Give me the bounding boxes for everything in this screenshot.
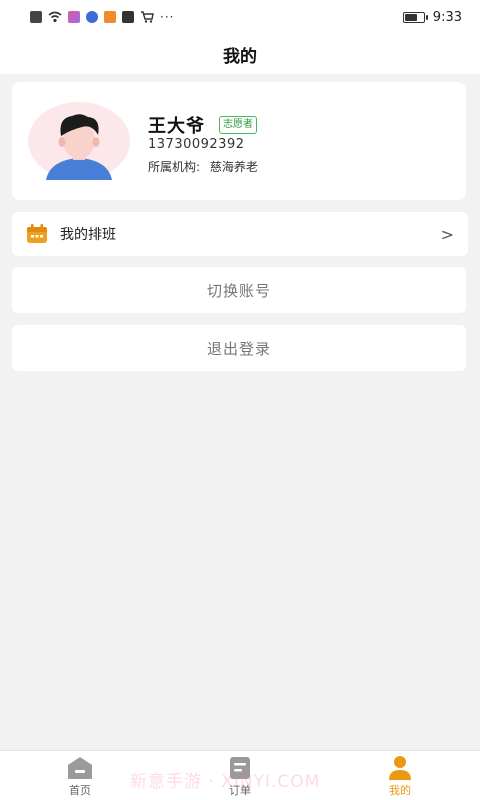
status-icons: ··· (30, 11, 174, 23)
status-right: 9:33 (402, 9, 462, 25)
chevron-right-icon: > (440, 224, 454, 244)
switch-account-button[interactable]: 切换账号 (12, 267, 466, 313)
profile-card: 王大爷 志愿者 13730092392 所属机构: 慈海养老 (12, 82, 466, 200)
status-time: 9:33 (432, 9, 462, 25)
avatar (28, 102, 130, 180)
status-bar: ··· 9:33 (0, 0, 480, 34)
org-label: 所属机构: (148, 160, 201, 174)
schedule-menu-item[interactable]: 我的排班 > (12, 212, 468, 256)
volunteer-badge: 志愿者 (219, 116, 257, 134)
org-value: 慈海养老 (209, 160, 258, 174)
logout-button[interactable]: 退出登录 (12, 325, 466, 371)
calendar-icon (27, 224, 47, 243)
organization: 所属机构: 慈海养老 (148, 158, 258, 175)
play-icon (122, 11, 134, 23)
page-title: 我的 (223, 46, 257, 67)
order-icon (230, 757, 250, 779)
app-icon (86, 11, 98, 23)
tab-mine-label: 我的 (389, 784, 411, 797)
tab-home-label: 首页 (69, 784, 91, 797)
battery-icon (402, 11, 428, 23)
more-dots: ··· (160, 10, 175, 24)
battery-fill (404, 13, 417, 21)
home-icon (68, 757, 92, 779)
play-icon (104, 11, 116, 23)
tab-orders-label: 订单 (229, 784, 251, 797)
person-icon (389, 756, 411, 780)
wifi-icon (48, 11, 62, 23)
bottom-tab-bar: 首页 订单 我的 (0, 750, 480, 800)
user-name: 王大爷 (148, 116, 205, 137)
nav-bar: 我的 (0, 34, 480, 74)
app-icon (68, 11, 80, 23)
tab-mine[interactable]: 我的 (370, 755, 430, 798)
schedule-label: 我的排班 (60, 227, 116, 243)
cart-icon (141, 11, 154, 23)
tab-home[interactable]: 首页 (50, 755, 110, 798)
name-row: 王大爷 志愿者 (148, 112, 257, 138)
phone-number: 13730092392 (148, 137, 245, 152)
alert-icon (30, 11, 42, 23)
tab-orders[interactable]: 订单 (210, 755, 270, 798)
